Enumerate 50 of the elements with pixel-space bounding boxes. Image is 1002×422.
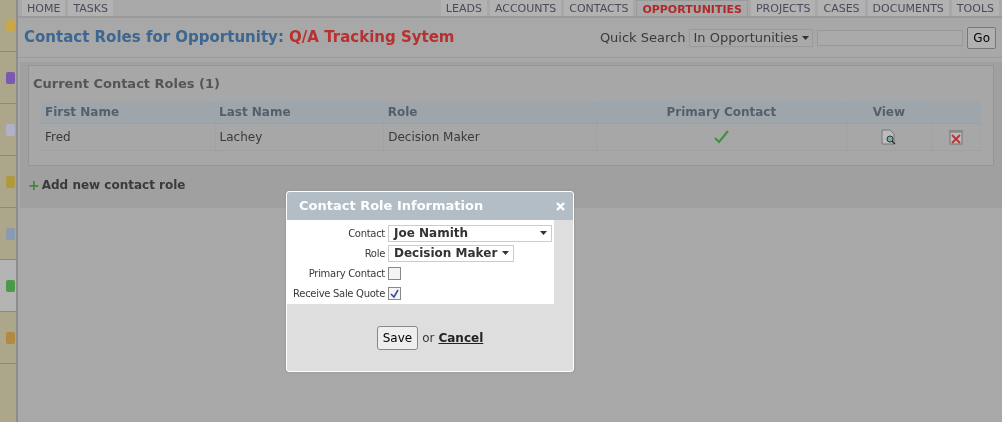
- plus-icon: +: [28, 174, 40, 196]
- nav-tab[interactable]: CONTACTS: [564, 0, 634, 16]
- sidebar-icon[interactable]: [6, 330, 15, 345]
- sidebar-icon[interactable]: [6, 122, 15, 137]
- save-button[interactable]: Save: [376, 326, 419, 350]
- or-text: or: [422, 330, 435, 347]
- sidebar-icon[interactable]: [6, 18, 15, 33]
- nav-tab[interactable]: PROJECTS: [750, 0, 816, 16]
- nav-tab[interactable]: ACCOUNTS: [489, 0, 562, 16]
- caret-icon: [540, 231, 547, 235]
- go-button[interactable]: Go: [967, 26, 996, 49]
- caret-icon: [802, 35, 810, 40]
- select-field[interactable]: Joe Namith: [388, 224, 552, 242]
- table-cell: Decision Maker: [383, 123, 597, 150]
- select-field[interactable]: Decision Maker: [388, 244, 515, 262]
- sidebar-icon[interactable]: [6, 278, 15, 293]
- field-label: Primary Contact: [307, 266, 385, 281]
- column-header: Last Name: [215, 100, 384, 123]
- nav-tab[interactable]: TASKS: [68, 0, 113, 16]
- table-cell: Fred: [41, 123, 215, 150]
- sidebar-icon[interactable]: [6, 226, 15, 241]
- view-icon[interactable]: [881, 129, 897, 145]
- field-label: Receive Sale Quote: [292, 286, 385, 301]
- page-title: Contact Roles for Opportunity: Q/A Tracking Sytem: [24, 27, 455, 49]
- column-header: View: [846, 100, 932, 123]
- quick-search-label: Quick Search: [599, 28, 686, 47]
- sidebar-icon[interactable]: [6, 174, 15, 189]
- table-cell: Lachey: [215, 123, 384, 150]
- nav-tab[interactable]: TOOLS: [951, 0, 999, 16]
- nav-tab[interactable]: CASES: [818, 0, 865, 16]
- column-header: First Name: [41, 100, 215, 123]
- scope-dropdown[interactable]: In Opportunities: [689, 28, 814, 47]
- section-title: Current Contact Roles (1): [33, 75, 221, 93]
- field-label: Role: [363, 246, 385, 261]
- column-header: Role: [383, 100, 597, 123]
- caret-icon: [502, 251, 510, 255]
- dialog-title: Contact Role Information: [299, 197, 484, 216]
- add-contact-role-link[interactable]: Add new contact role: [41, 176, 186, 194]
- column-header: Primary Contact: [596, 100, 846, 123]
- delete-icon[interactable]: [949, 129, 964, 145]
- checkbox[interactable]: [388, 266, 401, 280]
- nav-tab[interactable]: HOME: [22, 0, 66, 16]
- sidebar-icon[interactable]: [6, 70, 15, 85]
- nav-tab[interactable]: DOCUMENTS: [867, 0, 949, 16]
- close-icon[interactable]: [556, 201, 565, 211]
- cancel-link[interactable]: Cancel: [438, 329, 484, 347]
- nav-tab[interactable]: LEADS: [440, 0, 487, 16]
- field-label: Contact: [347, 226, 385, 241]
- nav-tab[interactable]: OPPORTUNITIES: [636, 0, 748, 16]
- checkbox[interactable]: [388, 286, 401, 300]
